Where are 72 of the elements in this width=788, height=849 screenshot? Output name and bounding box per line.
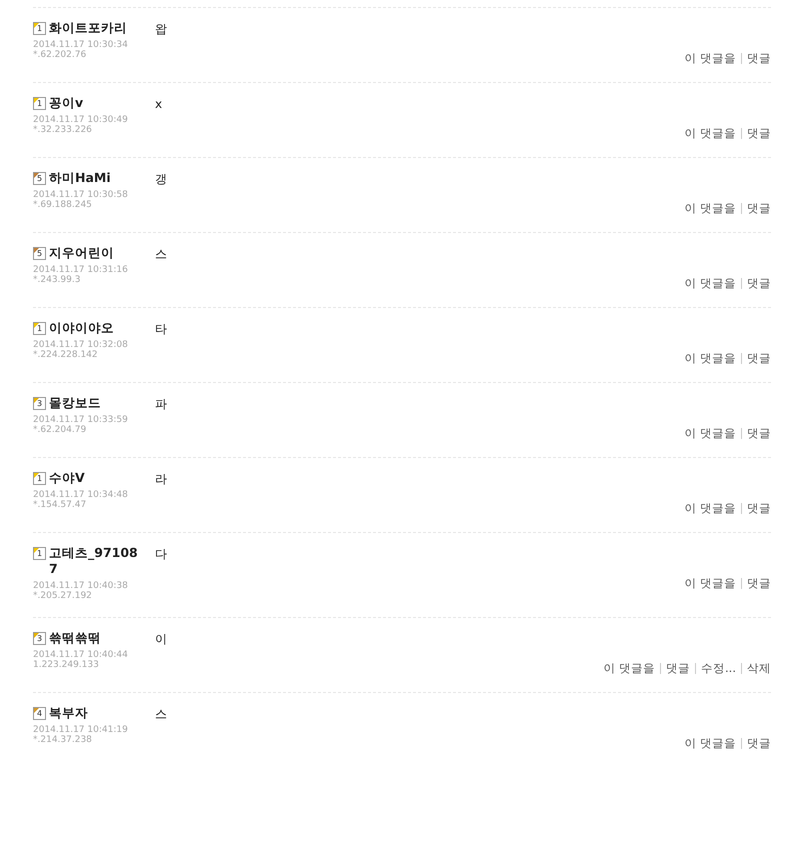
level-badge: 1 <box>33 22 46 35</box>
comment-text: 스 <box>155 246 168 262</box>
action-link[interactable]: 이 댓글을 <box>603 661 656 676</box>
ip-address: *.32.233.226 <box>33 125 93 135</box>
action-link[interactable]: 댓글 <box>747 576 771 591</box>
ip-address: *.224.228.142 <box>33 350 99 360</box>
action-link[interactable]: 이 댓글을 <box>684 736 736 751</box>
ip-address: *.205.27.192 <box>33 591 93 601</box>
comment-text: 파 <box>155 396 168 412</box>
ip-address: *.154.57.47 <box>33 500 88 510</box>
level-badge: 5 <box>33 247 46 260</box>
comment-date: 2014.11.17 10:41:19 <box>33 725 129 735</box>
level-badge: 1 <box>33 547 46 560</box>
action-link[interactable]: 삭제 <box>747 661 771 676</box>
comment-text: 다 <box>155 546 168 562</box>
action-link[interactable]: 댓글 <box>747 736 771 751</box>
comment-text: 라 <box>155 471 168 487</box>
action-link[interactable]: 이 댓글을 <box>684 126 736 141</box>
comment-text: 스 <box>155 706 168 722</box>
action-link[interactable]: 댓글 <box>747 276 771 291</box>
action-link[interactable]: 이 댓글을 <box>684 51 736 66</box>
author-name[interactable]: 하미HaMi <box>49 170 144 186</box>
comment-date: 2014.11.17 10:40:44 <box>33 650 129 660</box>
author-name[interactable]: 화이트포카리 <box>49 20 144 36</box>
level-badge: 5 <box>33 172 46 185</box>
level-badge: 3 <box>33 397 46 410</box>
action-link[interactable]: 수정... <box>701 661 736 676</box>
comment-date: 2014.11.17 10:30:34 <box>33 40 129 50</box>
comment-text: 왑 <box>155 21 168 37</box>
comment-date: 2014.11.17 10:30:49 <box>33 115 129 125</box>
action-link[interactable]: 댓글 <box>747 51 771 66</box>
level-badge: 1 <box>33 97 46 110</box>
action-link[interactable]: 댓글 <box>747 126 771 141</box>
ip-address: *.62.202.76 <box>33 50 88 60</box>
comment-date: 2014.11.17 10:33:59 <box>33 415 129 425</box>
author-name[interactable]: 복부자 <box>49 705 144 721</box>
ip-address: *.214.37.238 <box>33 735 93 745</box>
author-name[interactable]: 꽁이v <box>49 95 144 111</box>
comment-date: 2014.11.17 10:32:08 <box>33 340 129 350</box>
ip-address: *.62.204.79 <box>33 425 88 435</box>
level-badge: 3 <box>33 632 46 645</box>
action-link[interactable]: 이 댓글을 <box>684 351 736 366</box>
comment-text: 이 <box>155 631 168 647</box>
action-link[interactable]: 댓글 <box>747 351 771 366</box>
author-name[interactable]: 고테츠_971087 <box>49 545 144 577</box>
ip-address: *.69.188.245 <box>33 200 93 210</box>
author-name[interactable]: 쑊떢쑊떢 <box>49 630 144 646</box>
ip-address: *.243.99.3 <box>33 275 82 285</box>
comment-date: 2014.11.17 10:30:58 <box>33 190 129 200</box>
comment-date: 2014.11.17 10:31:16 <box>33 265 129 275</box>
level-badge: 1 <box>33 322 46 335</box>
action-link[interactable]: 댓글 <box>747 201 771 216</box>
comment-text: 갱 <box>155 171 168 187</box>
comment-text: 타 <box>155 321 168 337</box>
action-link[interactable]: 이 댓글을 <box>684 576 736 591</box>
author-name[interactable]: 이야이야오 <box>49 320 144 336</box>
author-name[interactable]: 몰캉보드 <box>49 395 144 411</box>
author-name[interactable]: 수야V <box>49 470 144 486</box>
action-link[interactable]: 이 댓글을 <box>684 426 736 441</box>
action-link[interactable]: 댓글 <box>747 501 771 516</box>
action-link[interactable]: 이 댓글을 <box>684 276 736 291</box>
comment-date: 2014.11.17 10:40:38 <box>33 581 129 591</box>
action-link[interactable]: 댓글 <box>747 426 771 441</box>
action-link[interactable]: 이 댓글을 <box>684 501 736 516</box>
action-link[interactable]: 이 댓글을 <box>684 201 736 216</box>
level-badge: 1 <box>33 472 46 485</box>
ip-address: 1.223.249.133 <box>33 660 100 670</box>
action-link[interactable]: 댓글 <box>666 661 690 676</box>
author-name[interactable]: 지우어린이 <box>49 245 144 261</box>
level-badge: 4 <box>33 707 46 720</box>
comment-date: 2014.11.17 10:34:48 <box>33 490 129 500</box>
comment-text: x <box>155 96 164 112</box>
